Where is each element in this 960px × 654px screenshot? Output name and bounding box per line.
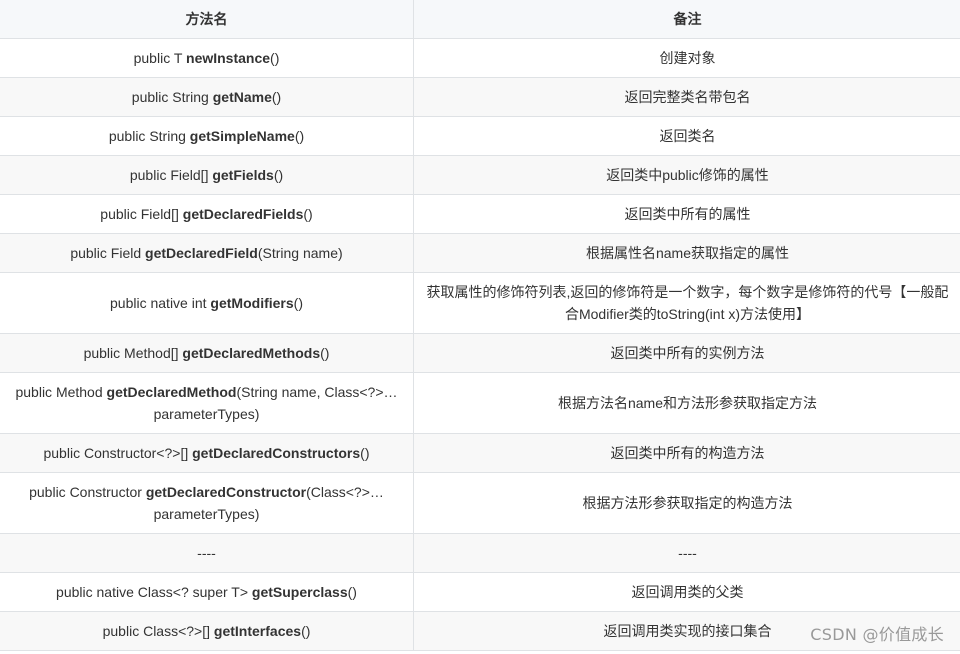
table-row: public Constructor<?>[] getDeclaredConst… [0,433,960,473]
method-name: getDeclaredMethod [106,384,237,400]
method-prefix: public native int [110,295,211,311]
column-header-note: 备注 [413,0,960,39]
method-name: getFields [212,167,274,183]
method-name: getName [212,89,272,105]
method-params: (String name) [257,245,343,261]
method-prefix: public T [133,50,187,66]
method-cell: public Method getDeclaredMethod(String n… [0,372,414,434]
method-cell: public native Class<? super T> getSuperc… [0,572,414,612]
note-cell: 返回类中所有的实例方法 [413,333,960,373]
method-cell: public Class<?>[] getInterfaces() [0,611,414,651]
method-params: () [294,128,305,144]
method-cell: public Constructor<?>[] getDeclaredConst… [0,433,414,473]
method-cell: public Field getDeclaredField(String nam… [0,233,414,273]
note-cell: 返回类名 [413,116,960,156]
method-params: () [293,295,303,311]
method-prefix: ---- [197,545,216,561]
method-name: getDeclaredField [145,245,258,261]
method-params: () [360,445,370,461]
methods-table: 方法名 备注 public T newInstance() 创建对象 publi… [0,0,960,651]
table-row: public Field[] getFields() 返回类中public修饰的… [0,155,960,195]
table-row: public native int getModifiers() 获取属性的修饰… [0,272,960,334]
table-row: public String getSimpleName() 返回类名 [0,116,960,156]
method-name: getDeclaredConstructors [192,445,361,461]
table-row: ---- ---- [0,533,960,573]
method-cell: public String getSimpleName() [0,116,414,156]
method-name: newInstance [186,50,271,66]
method-prefix: public Constructor<?>[] [43,445,193,461]
method-cell: public Field[] getFields() [0,155,414,195]
method-name: getModifiers [210,295,294,311]
method-name: getDeclaredConstructor [145,484,307,500]
table-row: public Method getDeclaredMethod(String n… [0,372,960,434]
method-params: () [347,584,357,600]
method-prefix: public native Class<? super T> [56,584,252,600]
method-name: getSimpleName [189,128,295,144]
table-header-row: 方法名 备注 [0,0,960,39]
csdn-watermark: CSDN @价值成长 [810,625,944,644]
method-cell: public Method[] getDeclaredMethods() [0,333,414,373]
note-cell: 返回类中public修饰的属性 [413,155,960,195]
method-prefix: public Constructor [29,484,146,500]
note-cell: 返回类中所有的属性 [413,194,960,234]
column-header-method: 方法名 [0,0,414,39]
method-prefix: public String [108,128,190,144]
note-cell: 获取属性的修饰符列表,返回的修饰符是一个数字，每个数字是修饰符的代号【一般配合M… [413,272,960,334]
method-cell: public T newInstance() [0,38,414,78]
method-prefix: public Field[] [100,206,183,222]
method-params: () [270,50,280,66]
method-prefix: public Method [15,384,107,400]
table-row: public Method[] getDeclaredMethods() 返回类… [0,333,960,373]
note-cell: 返回类中所有的构造方法 [413,433,960,473]
table-row: public native Class<? super T> getSuperc… [0,572,960,612]
table-row: public T newInstance() 创建对象 [0,38,960,78]
method-prefix: public Field[] [129,167,213,183]
method-prefix: public Method[] [83,345,183,361]
note-cell: 返回调用类的父类 [413,572,960,612]
method-cell: public native int getModifiers() [0,272,414,334]
method-params: () [320,345,330,361]
method-name: getInterfaces [213,623,302,639]
method-params: () [273,167,284,183]
method-cell: public Field[] getDeclaredFields() [0,194,414,234]
note-cell: 创建对象 [413,38,960,78]
method-prefix: public Field [70,245,146,261]
table-row: public String getName() 返回完整类名带包名 [0,77,960,117]
method-cell: public String getName() [0,77,414,117]
method-name: getDeclaredFields [182,206,304,222]
method-prefix: public String [131,89,213,105]
method-cell: public Constructor getDeclaredConstructo… [0,472,414,534]
table-row: public Constructor getDeclaredConstructo… [0,472,960,534]
method-name: getSuperclass [251,584,348,600]
note-cell: 根据属性名name获取指定的属性 [413,233,960,273]
note-cell: 根据方法形参获取指定的构造方法 [413,472,960,534]
table-row: public Field getDeclaredField(String nam… [0,233,960,273]
method-cell: ---- [0,533,414,573]
method-params: () [271,89,282,105]
table-row: public Field[] getDeclaredFields() 返回类中所… [0,194,960,234]
method-params: () [303,206,313,222]
note-cell: 根据方法名name和方法形参获取指定方法 [413,372,960,434]
note-cell: 返回完整类名带包名 [413,77,960,117]
method-params: () [301,623,311,639]
note-cell: ---- [413,533,960,573]
method-prefix: public Class<?>[] [102,623,214,639]
method-name: getDeclaredMethods [182,345,321,361]
